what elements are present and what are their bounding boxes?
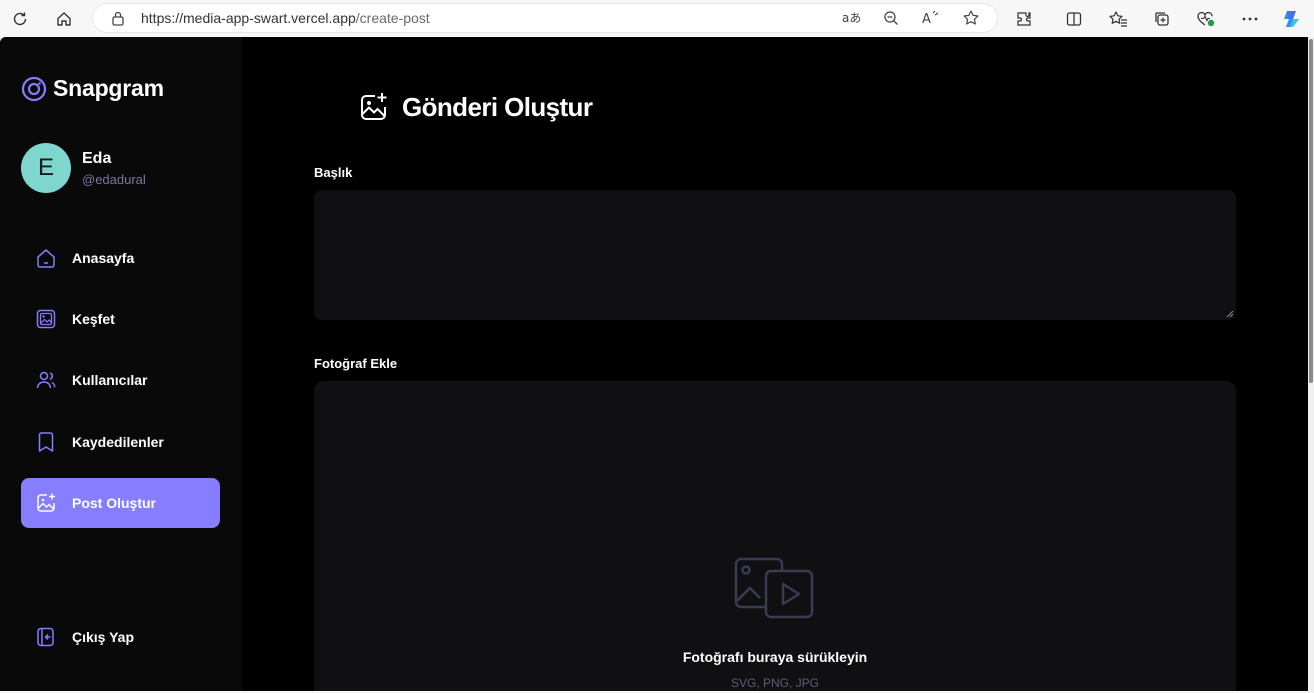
- main-content: Gönderi Oluştur Başlık Fotoğraf Ekle Fot…: [242, 37, 1308, 691]
- sidebar-item-label: Anasayfa: [72, 250, 135, 266]
- page-title-text: Gönderi Oluştur: [402, 91, 593, 122]
- sidebar-item-label: Kullanıcılar: [72, 372, 148, 388]
- sidebar-item-label: Kaydedilenler: [72, 434, 164, 450]
- svg-text:aあ: aあ: [842, 11, 860, 25]
- more-icon[interactable]: [1237, 6, 1263, 32]
- scrollbar-thumb[interactable]: [1309, 39, 1313, 383]
- page-scrollbar[interactable]: [1308, 37, 1314, 693]
- copilot-icon[interactable]: [1279, 6, 1305, 32]
- lock-icon[interactable]: [108, 8, 128, 28]
- add-post-icon: [361, 93, 387, 120]
- logout-icon: [35, 626, 57, 648]
- home-icon[interactable]: [51, 6, 77, 32]
- collections-icon[interactable]: [1149, 6, 1175, 32]
- sidebar-item-explore[interactable]: Keşfet: [21, 294, 220, 344]
- page-title: Gönderi Oluştur: [358, 91, 593, 123]
- user-name: Eda: [82, 149, 112, 167]
- logout-label: Çıkış Yap: [72, 629, 135, 645]
- dropzone-title: Fotoğrafı buraya sürükleyin: [682, 649, 868, 665]
- people-icon: [35, 369, 57, 391]
- extensions-icon[interactable]: [1011, 6, 1037, 32]
- translate-icon[interactable]: aあ: [841, 8, 861, 28]
- resize-grip-icon[interactable]: [1226, 310, 1234, 318]
- sidebar-item-label: Post Oluştur: [72, 495, 157, 511]
- gallery-icon: [35, 308, 57, 330]
- photo-label: Fotoğraf Ekle: [314, 356, 398, 371]
- user-handle: @edadural: [82, 171, 146, 187]
- svg-text:A: A: [922, 12, 931, 26]
- app-window: Snapgram E Eda @edadural Anasayfa Keşfet: [0, 37, 1308, 691]
- browser-essentials-icon[interactable]: [1193, 6, 1219, 32]
- sidebar-item-users[interactable]: Kullanıcılar: [21, 355, 220, 405]
- snapgram-logo-icon: [21, 76, 47, 101]
- address-bar[interactable]: https://media-app-swart.vercel.app/creat…: [93, 4, 997, 32]
- user-profile[interactable]: E Eda @edadural: [21, 143, 146, 193]
- refresh-icon[interactable]: [7, 6, 33, 32]
- left-sidebar: Snapgram E Eda @edadural Anasayfa Keşfet: [0, 37, 242, 691]
- sidebar-item-label: Keşfet: [72, 311, 115, 327]
- read-aloud-icon[interactable]: A: [921, 8, 941, 28]
- favorites-icon[interactable]: [1105, 6, 1131, 32]
- brand-logo[interactable]: Snapgram: [21, 75, 164, 102]
- sidebar-item-home[interactable]: Anasayfa: [21, 233, 220, 283]
- caption-label: Başlık: [314, 165, 353, 180]
- bookmark-icon: [35, 431, 57, 453]
- add-post-icon: [35, 492, 57, 514]
- home-icon: [35, 247, 57, 269]
- sidebar-item-saved[interactable]: Kaydedilenler: [21, 417, 220, 467]
- favorite-star-icon[interactable]: [961, 8, 981, 28]
- url-text[interactable]: https://media-app-swart.vercel.app/creat…: [141, 10, 430, 26]
- sidebar-item-create-post[interactable]: Post Oluştur: [21, 478, 220, 528]
- file-upload-icon: [734, 557, 814, 619]
- brand-name: Snapgram: [53, 75, 164, 101]
- dropzone-formats: SVG, PNG, JPG: [730, 676, 820, 690]
- zoom-out-icon[interactable]: [881, 8, 901, 28]
- avatar: E: [21, 143, 71, 193]
- split-screen-icon[interactable]: [1061, 6, 1087, 32]
- browser-toolbar: https://media-app-swart.vercel.app/creat…: [0, 0, 1314, 37]
- url-host: https://media-app-swart.vercel.app: [141, 10, 356, 26]
- caption-textarea[interactable]: [314, 190, 1236, 320]
- logout-button[interactable]: Çıkış Yap: [21, 612, 220, 662]
- photo-dropzone[interactable]: Fotoğrafı buraya sürükleyin SVG, PNG, JP…: [314, 381, 1236, 691]
- url-path: /create-post: [355, 10, 430, 26]
